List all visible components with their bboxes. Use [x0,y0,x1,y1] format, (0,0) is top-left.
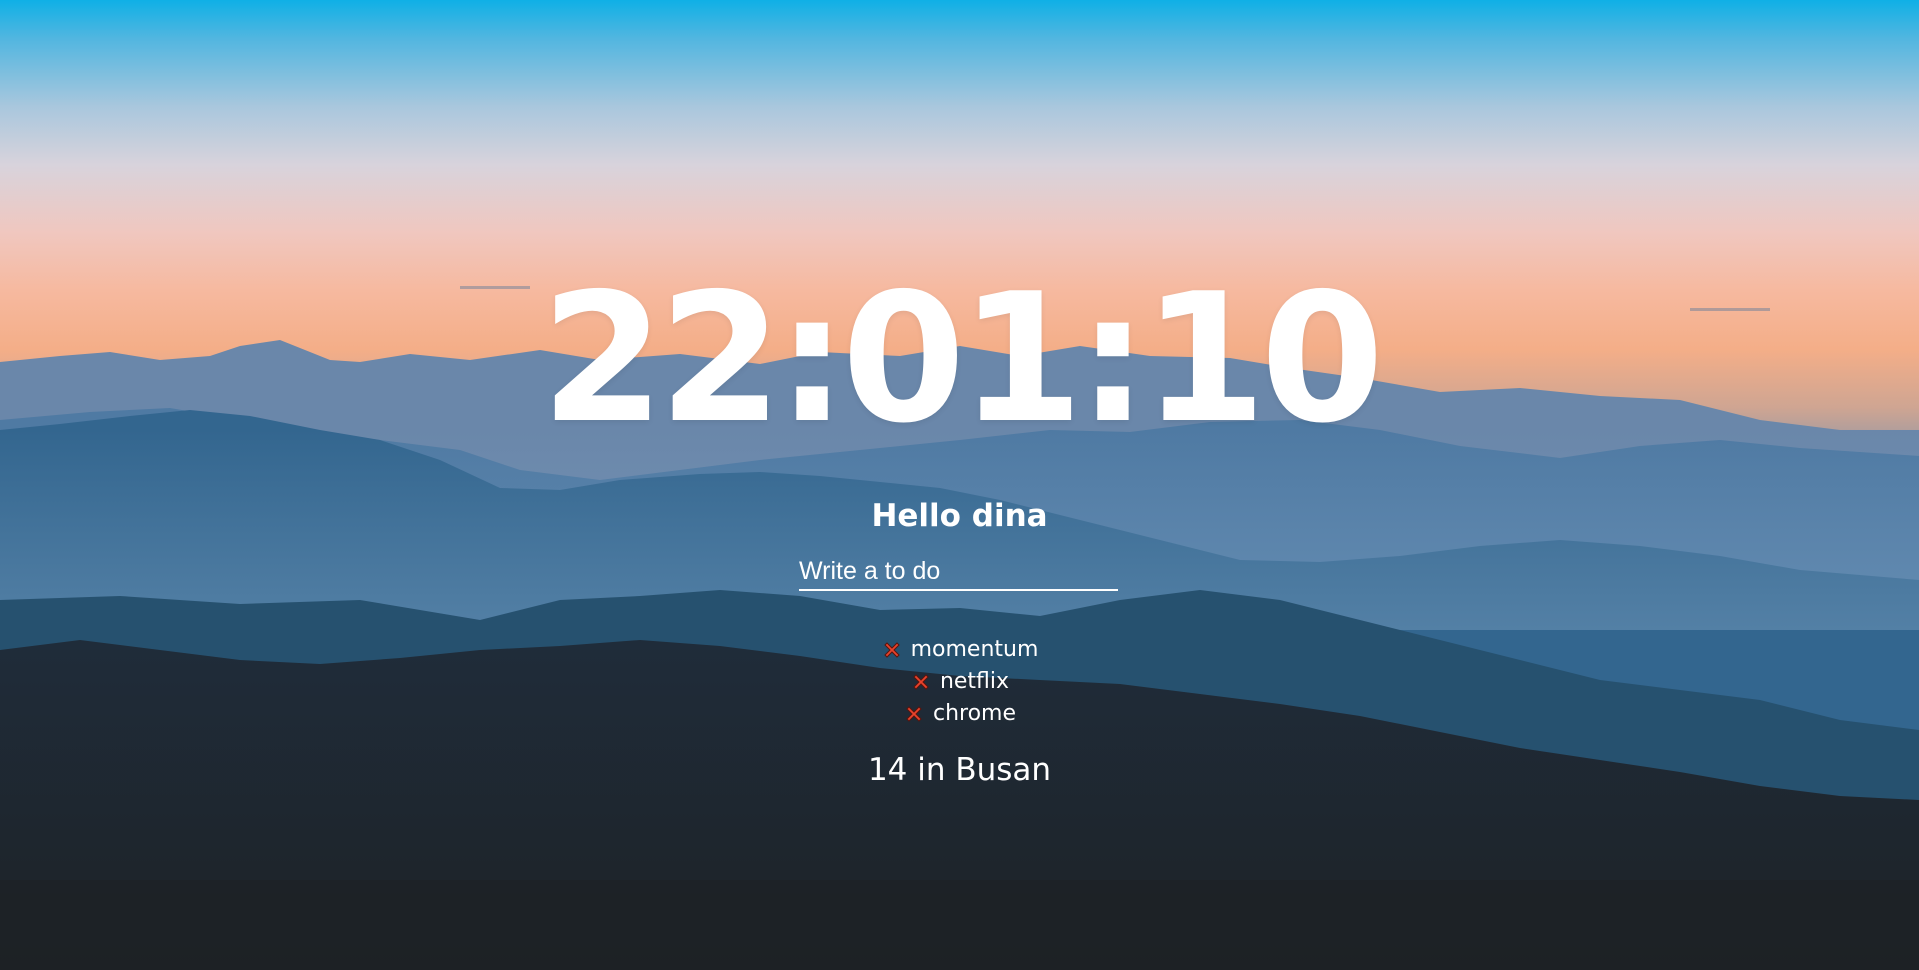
todo-list: momentum netflix chrome [0,634,1919,730]
x-icon [906,706,922,722]
greeting-text: Hello dina [871,498,1048,534]
x-icon [883,642,900,658]
delete-todo-button[interactable] [910,671,932,693]
todo-item-momentum: momentum [0,634,1919,666]
momentum-dashboard: 22:01:10 Hello dina momentum netflix [0,0,1919,970]
todo-item-netflix: netflix [0,666,1919,698]
clock-time: 22:01:10 [540,255,1384,462]
todo-item-chrome: chrome [0,698,1919,730]
x-icon [913,674,929,690]
todo-form [799,553,1118,593]
todo-item-label: chrome [932,701,1017,726]
todo-item-label: momentum [910,637,1039,662]
weather-text: 14 in Busan [867,752,1052,788]
delete-todo-button[interactable] [881,639,903,661]
delete-todo-button[interactable] [903,703,925,725]
todo-item-label: netflix [939,669,1010,694]
todo-input[interactable] [799,553,1118,591]
